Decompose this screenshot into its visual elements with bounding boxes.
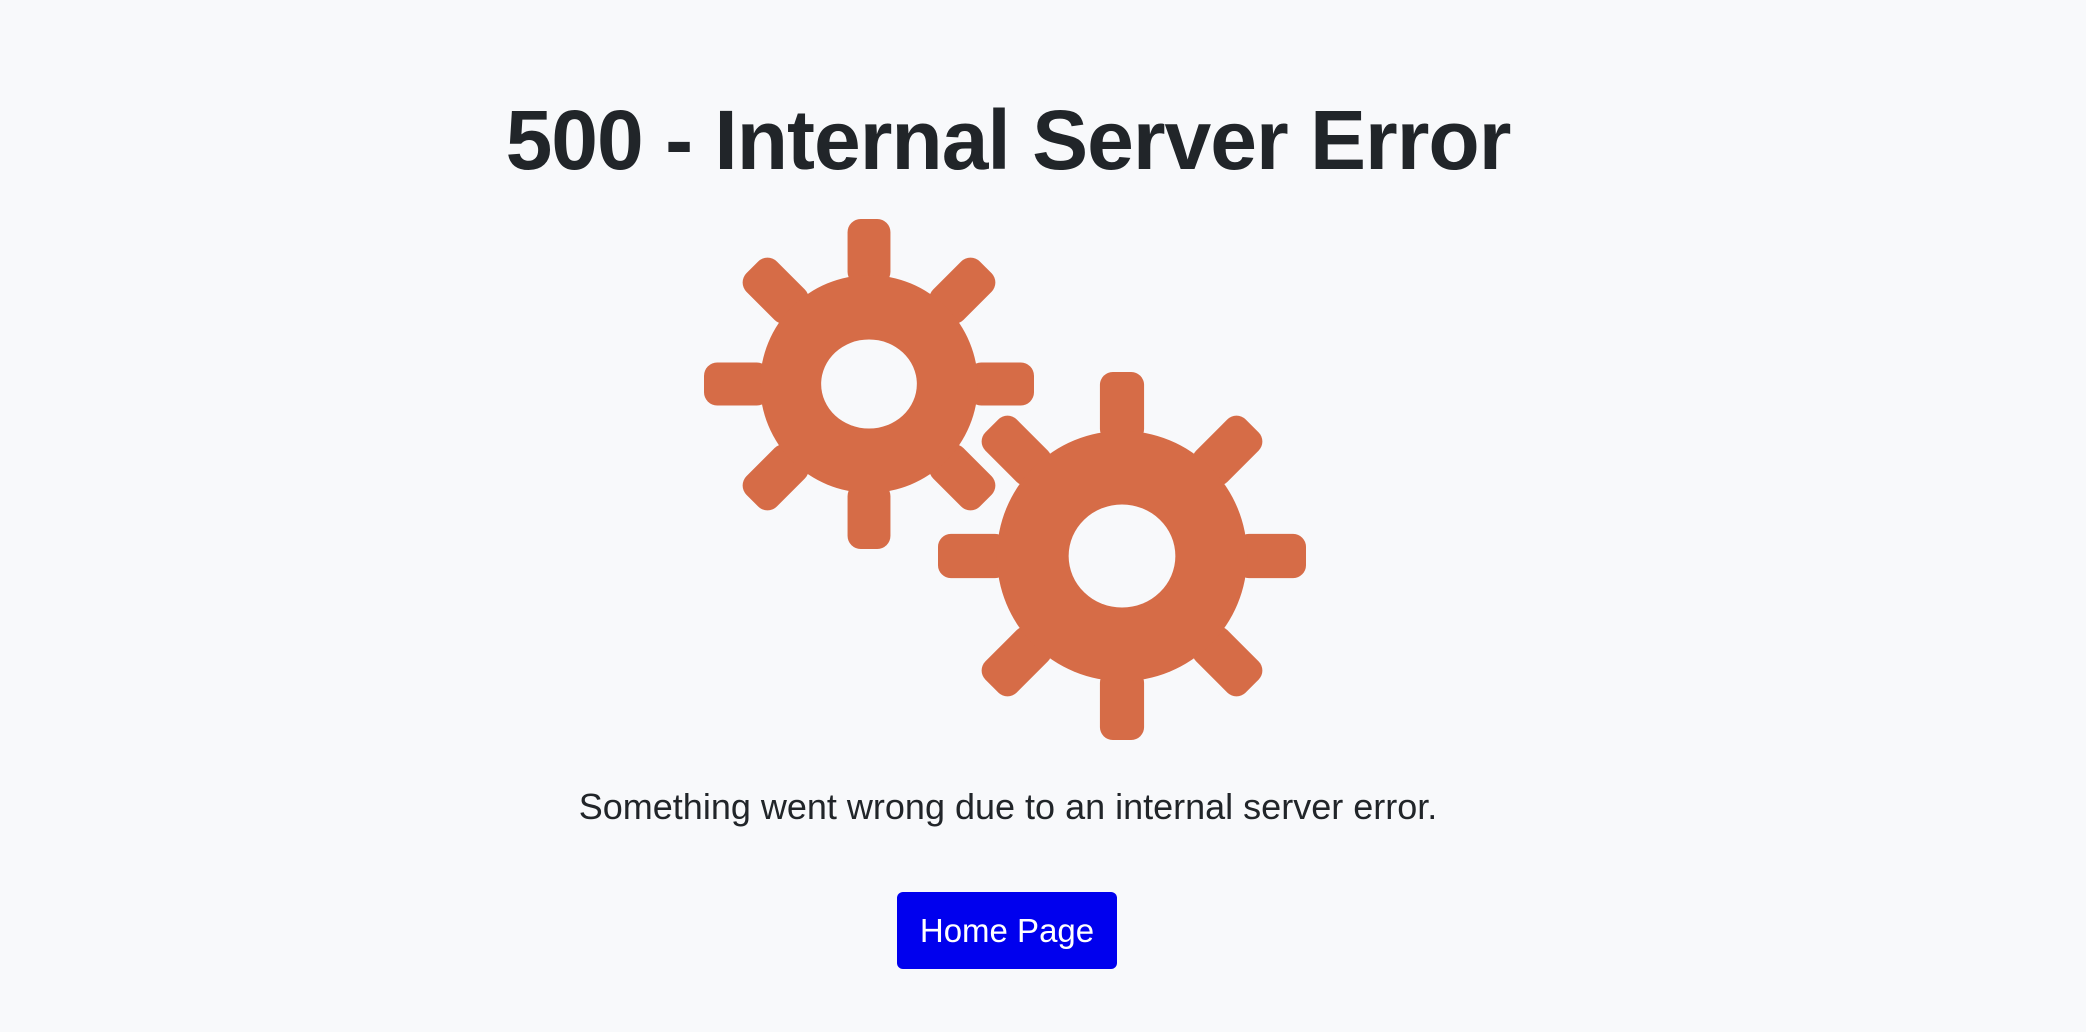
error-page: 500 - Internal Server Error Something we… xyxy=(0,0,2016,1032)
gears-illustration xyxy=(690,215,1330,755)
gear-icon xyxy=(938,372,1306,740)
page-title: 500 - Internal Server Error xyxy=(505,93,1512,187)
home-page-button[interactable]: Home Page xyxy=(897,892,1117,969)
error-message: Something went wrong due to an internal … xyxy=(578,786,1438,827)
